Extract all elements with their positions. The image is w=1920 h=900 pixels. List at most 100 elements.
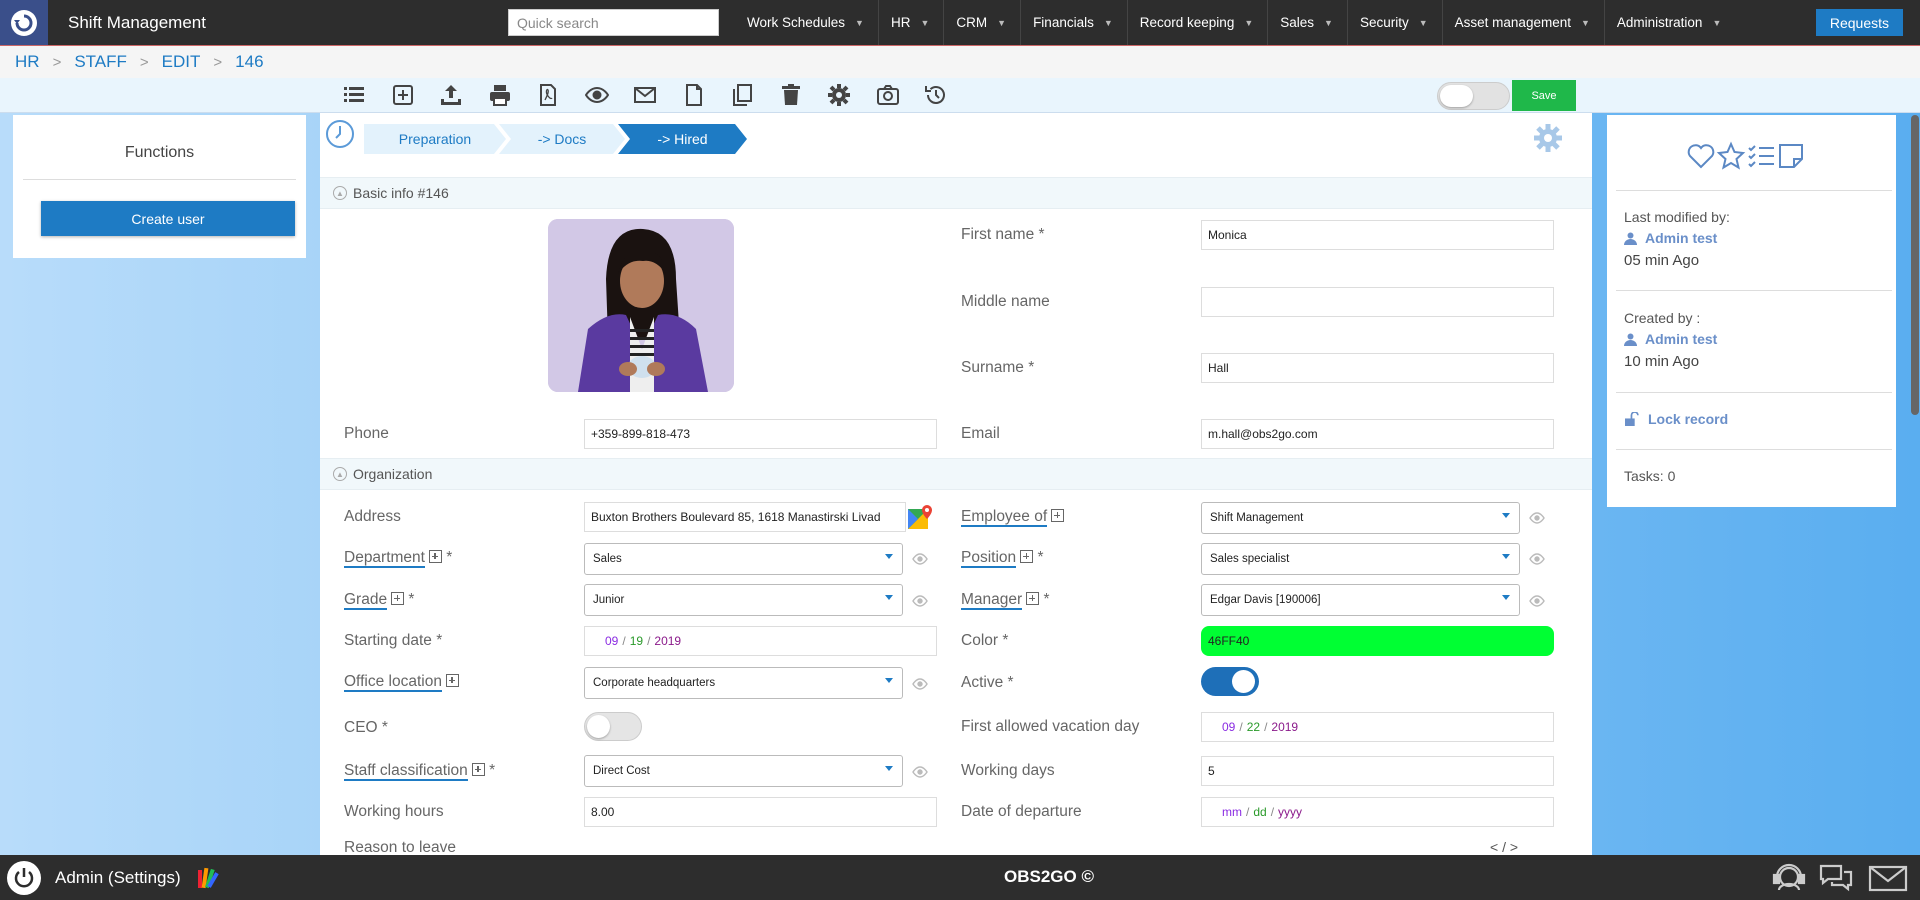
- created-by-user[interactable]: Admin test: [1624, 331, 1717, 347]
- eye-icon[interactable]: [912, 677, 928, 690]
- eye-icon[interactable]: [584, 83, 609, 107]
- breadcrumb-hr[interactable]: HR: [15, 52, 40, 72]
- add-icon[interactable]: [445, 674, 459, 687]
- working-hours-input[interactable]: 8.00: [584, 797, 937, 827]
- step-docs[interactable]: -> Docs: [499, 124, 625, 154]
- section-organization[interactable]: ▲ Organization: [320, 458, 1592, 490]
- staff-classification-label[interactable]: Staff classification *: [344, 762, 495, 781]
- nav-hr[interactable]: HR ▼: [877, 0, 943, 45]
- eye-icon[interactable]: [1529, 552, 1545, 565]
- working-days-input[interactable]: 5: [1201, 756, 1554, 786]
- step-hired[interactable]: -> Hired: [618, 124, 747, 154]
- checklist-icon[interactable]: [1746, 141, 1776, 171]
- active-toggle[interactable]: [1201, 667, 1259, 696]
- pdf-icon[interactable]: [536, 83, 560, 107]
- nav-record-keeping[interactable]: Record keeping ▼: [1126, 0, 1267, 45]
- map-pin-icon[interactable]: [906, 503, 934, 531]
- eye-icon[interactable]: [912, 552, 928, 565]
- phone-input[interactable]: +359-899-818-473: [584, 419, 937, 449]
- employee-of-select[interactable]: Shift Management: [1201, 502, 1520, 534]
- main-form: Preparation -> Docs -> Hired ▲ Basic inf…: [320, 113, 1592, 855]
- last-modified-user[interactable]: Admin test: [1624, 230, 1717, 246]
- position-label[interactable]: Position *: [961, 549, 1044, 568]
- create-user-button[interactable]: Create user: [41, 201, 295, 236]
- code-view-icon[interactable]: < / >: [1490, 839, 1518, 855]
- list-icon[interactable]: [342, 83, 366, 107]
- office-location-label[interactable]: Office location: [344, 673, 459, 692]
- nav-crm[interactable]: CRM ▼: [943, 0, 1020, 45]
- eye-icon[interactable]: [1529, 511, 1545, 524]
- nav-asset-management[interactable]: Asset management ▼: [1441, 0, 1604, 45]
- chat-icon[interactable]: [1818, 862, 1854, 894]
- gear-icon[interactable]: [1533, 123, 1563, 153]
- history-icon[interactable]: [924, 83, 948, 107]
- upload-icon[interactable]: [439, 83, 463, 107]
- first-vacation-input[interactable]: 09/22/2019: [1201, 712, 1554, 742]
- position-select[interactable]: Sales specialist: [1201, 543, 1520, 575]
- nav-security[interactable]: Security ▼: [1346, 0, 1442, 45]
- staff-classification-select[interactable]: Direct Cost: [584, 755, 903, 787]
- camera-icon[interactable]: [876, 83, 900, 107]
- trash-icon[interactable]: [779, 83, 803, 107]
- power-icon[interactable]: [7, 860, 41, 895]
- mail-icon[interactable]: [633, 83, 657, 107]
- add-icon[interactable]: [1051, 509, 1065, 522]
- clock-icon[interactable]: [325, 119, 355, 149]
- section-basic-info[interactable]: ▲ Basic info #146: [320, 177, 1592, 209]
- nav-financials[interactable]: Financials ▼: [1020, 0, 1127, 45]
- star-icon[interactable]: [1716, 141, 1746, 171]
- add-icon[interactable]: [471, 763, 485, 776]
- eye-icon[interactable]: [1529, 594, 1545, 607]
- ceo-toggle[interactable]: [584, 712, 642, 741]
- manager-label[interactable]: Manager *: [961, 591, 1050, 610]
- office-location-select[interactable]: Corporate headquarters: [584, 667, 903, 699]
- mail-icon[interactable]: [1868, 862, 1908, 894]
- email-input[interactable]: m.hall@obs2go.com: [1201, 419, 1554, 449]
- app-logo[interactable]: [0, 0, 48, 45]
- nav-work-schedules[interactable]: Work Schedules ▼: [735, 0, 878, 45]
- starting-date-input[interactable]: 09/19/2019: [584, 626, 937, 656]
- gear-icon[interactable]: [827, 83, 851, 107]
- grade-label[interactable]: Grade *: [344, 591, 414, 610]
- sticky-note-icon[interactable]: [1776, 141, 1806, 171]
- add-icon[interactable]: [391, 592, 405, 605]
- admin-settings-link[interactable]: Admin (Settings): [55, 868, 181, 888]
- heart-icon[interactable]: [1686, 141, 1716, 171]
- save-button[interactable]: Save: [1512, 80, 1576, 111]
- breadcrumb-staff[interactable]: STAFF: [74, 52, 127, 72]
- address-input[interactable]: Buxton Brothers Boulevard 85, 1618 Manas…: [584, 502, 906, 532]
- employee-of-label[interactable]: Employee of: [961, 508, 1065, 527]
- print-icon[interactable]: [488, 83, 512, 107]
- lock-record-button[interactable]: Lock record: [1624, 411, 1728, 427]
- breadcrumb-id[interactable]: 146: [235, 52, 263, 72]
- add-icon[interactable]: [428, 550, 442, 563]
- grade-select[interactable]: Junior: [584, 584, 903, 616]
- eye-icon[interactable]: [912, 594, 928, 607]
- nav-sales[interactable]: Sales ▼: [1267, 0, 1347, 45]
- date-of-departure-input[interactable]: mm / dd / yyyy: [1201, 797, 1554, 827]
- palette-icon[interactable]: [196, 866, 220, 890]
- department-select[interactable]: Sales: [584, 543, 903, 575]
- add-icon[interactable]: [391, 83, 415, 107]
- footer-bar: Admin (Settings) OBS2GO ©: [0, 855, 1920, 900]
- eye-icon[interactable]: [912, 765, 928, 778]
- add-icon[interactable]: [1020, 550, 1034, 563]
- scrollbar-thumb[interactable]: [1911, 115, 1919, 415]
- surname-input[interactable]: Hall: [1201, 353, 1554, 383]
- middle-name-input[interactable]: [1201, 287, 1554, 317]
- first-name-input[interactable]: Monica: [1201, 220, 1554, 250]
- quick-search-input[interactable]: [508, 9, 719, 36]
- support-agent-icon[interactable]: [1771, 862, 1807, 894]
- staff-photo[interactable]: [548, 219, 734, 392]
- document-icon[interactable]: [682, 83, 706, 107]
- edit-mode-toggle[interactable]: [1437, 82, 1510, 110]
- manager-select[interactable]: Edgar Davis [190006]: [1201, 584, 1520, 616]
- breadcrumb-edit[interactable]: EDIT: [162, 52, 201, 72]
- step-preparation[interactable]: Preparation: [364, 124, 506, 154]
- copy-icon[interactable]: [730, 83, 754, 107]
- color-input[interactable]: 46FF40: [1201, 626, 1554, 656]
- requests-button[interactable]: Requests: [1815, 9, 1903, 36]
- nav-administration[interactable]: Administration ▼: [1603, 0, 1735, 45]
- department-label[interactable]: Department *: [344, 549, 452, 568]
- add-icon[interactable]: [1026, 592, 1040, 605]
